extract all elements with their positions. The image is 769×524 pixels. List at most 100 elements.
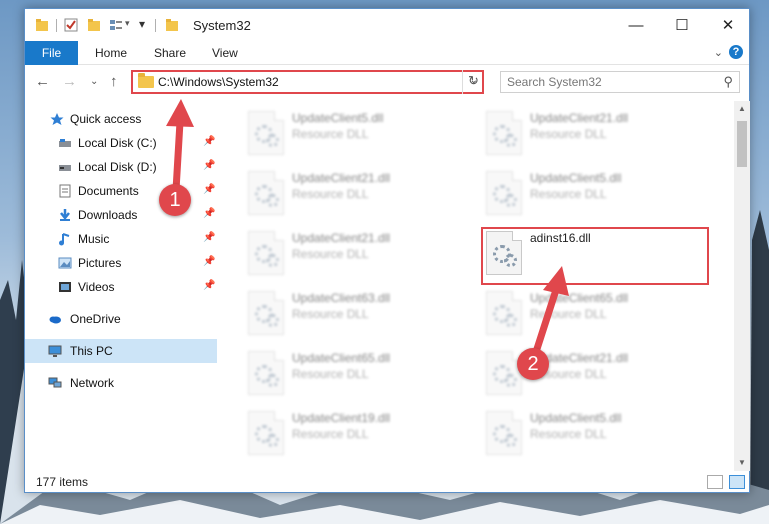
file-item[interactable]: UpdateClient63.dll Resource DLL: [238, 285, 468, 343]
search-icon[interactable]: ⚲: [723, 74, 733, 90]
music-icon: [59, 233, 70, 246]
file-name: UpdateClient63.dll: [292, 291, 391, 305]
forward-arrow-icon[interactable]: →: [62, 73, 77, 90]
file-type: Resource DLL: [292, 307, 369, 321]
nav-label: This PC: [70, 344, 113, 358]
file-item[interactable]: UpdateClient21.dll Resource DLL: [238, 225, 468, 283]
pin-icon[interactable]: 📌: [203, 280, 215, 291]
dll-file-icon: [486, 171, 522, 215]
item-count: 177 items: [36, 475, 89, 489]
search-placeholder: Search System32: [507, 75, 602, 89]
tab-share[interactable]: Share: [154, 46, 186, 60]
vertical-scrollbar[interactable]: ▲ ▼: [734, 101, 750, 471]
pin-icon[interactable]: 📌: [203, 136, 215, 147]
customize-quick-access-icon[interactable]: [109, 18, 123, 32]
nav-label: Downloads: [78, 208, 138, 222]
videos-icon: [59, 282, 71, 292]
file-item[interactable]: UpdateClient5.dll Resource DLL: [476, 405, 706, 463]
chevron-down-icon[interactable]: ▾: [125, 18, 130, 29]
nav-item-videos[interactable]: Videos 📌: [25, 275, 217, 299]
back-arrow-icon[interactable]: ←: [35, 73, 50, 90]
tab-view[interactable]: View: [212, 46, 238, 60]
file-type: Resource DLL: [292, 187, 369, 201]
cloud-icon: [49, 316, 61, 324]
file-explorer-window: ▾ ▾ System32 — ☐ ✕ File Home Share View …: [24, 8, 750, 493]
file-name: UpdateClient5.dll: [530, 411, 622, 425]
nav-item-quick-access[interactable]: Quick access: [25, 107, 217, 131]
file-item[interactable]: UpdateClient21.dll Resource DLL: [238, 165, 468, 223]
tab-file[interactable]: File: [25, 41, 78, 65]
file-item[interactable]: UpdateClient5.dll Resource DLL: [476, 165, 706, 223]
folder-icon: [138, 73, 154, 88]
dll-file-icon: [486, 351, 522, 395]
file-name: UpdateClient65.dll: [530, 291, 629, 305]
star-icon: [50, 113, 64, 125]
close-button[interactable]: ✕: [705, 9, 751, 41]
details-view-icon[interactable]: [707, 475, 723, 489]
address-bar[interactable]: C:\Windows\System32 ⌄: [131, 70, 484, 94]
nav-label: Local Disk (C:): [78, 136, 157, 150]
scroll-up-icon[interactable]: ▲: [734, 101, 750, 117]
dropdown-arrow-icon[interactable]: ▾: [139, 17, 145, 31]
drive-icon: [59, 139, 71, 147]
dll-file-icon: [486, 411, 522, 455]
address-path[interactable]: C:\Windows\System32: [158, 75, 279, 89]
nav-item-music[interactable]: Music 📌: [25, 227, 217, 251]
file-type: Resource DLL: [530, 307, 607, 321]
large-icons-view-icon[interactable]: [729, 475, 745, 489]
scrollbar-thumb[interactable]: [737, 121, 747, 167]
file-item[interactable]: UpdateClient19.dll Resource DLL: [238, 405, 468, 463]
dll-file-icon: [248, 111, 284, 155]
file-type: Resource DLL: [292, 247, 369, 261]
pin-icon[interactable]: 📌: [203, 208, 215, 219]
refresh-button[interactable]: ↻: [462, 70, 484, 94]
navigation-pane: Quick access Local Disk (C:) 📌 Local Dis…: [25, 101, 217, 461]
nav-label: Videos: [78, 280, 115, 294]
network-icon: [48, 377, 62, 388]
pin-icon[interactable]: 📌: [203, 232, 215, 243]
nav-item-this-pc[interactable]: This PC: [25, 339, 217, 363]
nav-item-pictures[interactable]: Pictures 📌: [25, 251, 217, 275]
nav-label: Music: [78, 232, 110, 246]
tab-home[interactable]: Home: [95, 46, 127, 60]
dll-file-icon: [248, 291, 284, 335]
file-item[interactable]: UpdateClient65.dll Resource DLL: [238, 345, 468, 403]
status-bar: 177 items: [25, 471, 749, 493]
nav-item-local-disk-d[interactable]: Local Disk (D:) 📌: [25, 155, 217, 179]
dll-file-icon: [248, 231, 284, 275]
folder-icon: [166, 19, 178, 31]
file-name: UpdateClient21.dll: [292, 171, 391, 185]
nav-item-network[interactable]: Network: [25, 371, 217, 395]
highlight-box-file: [481, 227, 709, 285]
expand-ribbon-icon[interactable]: ⌄: [714, 46, 723, 59]
pin-icon[interactable]: 📌: [203, 256, 215, 267]
up-arrow-icon[interactable]: ↑: [110, 73, 118, 90]
file-name: UpdateClient5.dll: [530, 171, 622, 185]
file-item[interactable]: UpdateClient21.dll Resource DLL: [476, 345, 706, 403]
file-type: Resource DLL: [292, 367, 369, 381]
scroll-down-icon[interactable]: ▼: [734, 455, 750, 471]
pin-icon[interactable]: 📌: [203, 160, 215, 171]
maximize-button[interactable]: ☐: [659, 9, 705, 41]
help-icon[interactable]: ?: [729, 45, 743, 59]
pin-icon[interactable]: 📌: [203, 184, 215, 195]
nav-label: Quick access: [70, 112, 142, 126]
properties-icon[interactable]: [64, 18, 78, 32]
nav-label: Pictures: [78, 256, 122, 270]
file-item[interactable]: UpdateClient5.dll Resource DLL: [238, 105, 468, 163]
dll-file-icon: [248, 171, 284, 215]
recent-locations-icon[interactable]: ⌄: [90, 76, 98, 87]
file-item[interactable]: UpdateClient65.dll Resource DLL: [476, 285, 706, 343]
title-bar: ▾ ▾ System32 — ☐ ✕: [25, 9, 749, 41]
file-item[interactable]: UpdateClient21.dll Resource DLL: [476, 105, 706, 163]
computer-icon: [48, 345, 62, 357]
nav-item-onedrive[interactable]: OneDrive: [25, 307, 217, 331]
file-type: Resource DLL: [530, 427, 607, 441]
file-name: UpdateClient65.dll: [292, 351, 391, 365]
search-input[interactable]: Search System32 ⚲: [500, 71, 740, 93]
file-type: Resource DLL: [292, 427, 369, 441]
minimize-button[interactable]: —: [613, 9, 659, 41]
nav-item-local-disk-c[interactable]: Local Disk (C:) 📌: [25, 131, 217, 155]
file-name: UpdateClient19.dll: [292, 411, 391, 425]
new-folder-icon[interactable]: [87, 18, 101, 32]
